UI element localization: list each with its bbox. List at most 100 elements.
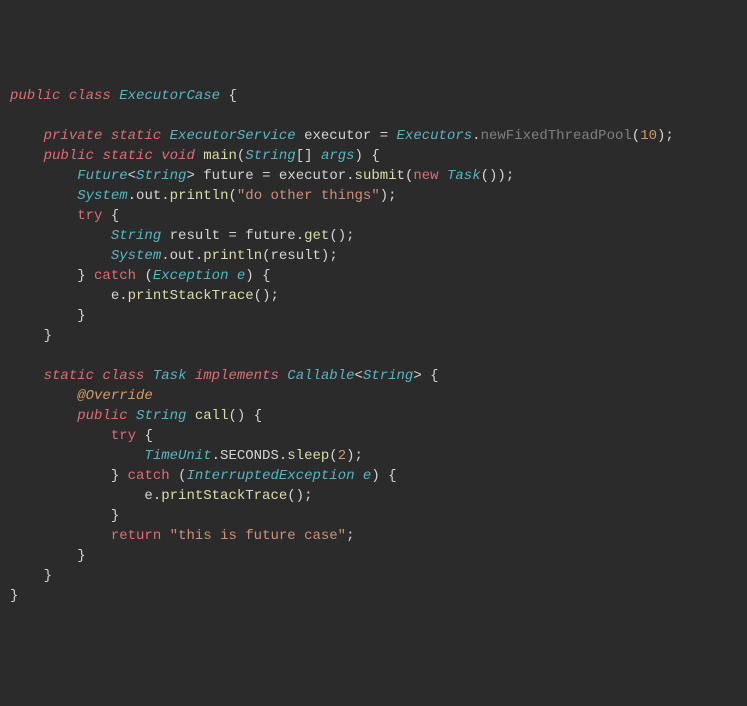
code-token: ( xyxy=(262,248,270,264)
code-token: catch xyxy=(94,268,136,284)
code-token: new xyxy=(413,168,438,184)
code-line[interactable]: return "this is future case"; xyxy=(10,526,747,546)
code-token: 2 xyxy=(338,448,346,464)
code-line[interactable]: } catch (InterruptedException e) { xyxy=(10,466,747,486)
code-line[interactable]: TimeUnit.SECONDS.sleep(2); xyxy=(10,446,747,466)
code-token: ExecutorCase xyxy=(119,88,220,104)
code-token: submit xyxy=(355,168,405,184)
code-token: implements xyxy=(195,368,279,384)
code-line[interactable]: } xyxy=(10,586,747,606)
code-token: = xyxy=(220,228,245,244)
code-line[interactable]: static class Task implements Callable<St… xyxy=(10,366,747,386)
code-token: ExecutorService xyxy=(170,128,296,144)
code-line[interactable]: } xyxy=(10,546,747,566)
code-token: { xyxy=(388,468,396,484)
code-token: = xyxy=(371,128,396,144)
code-token xyxy=(86,268,94,284)
code-token: out xyxy=(170,248,195,264)
code-token xyxy=(380,468,388,484)
code-token xyxy=(355,468,363,484)
code-token: public xyxy=(77,408,127,424)
code-token xyxy=(313,148,321,164)
code-line[interactable]: e.printStackTrace(); xyxy=(10,486,747,506)
code-line[interactable]: e.printStackTrace(); xyxy=(10,286,747,306)
code-line[interactable]: @Override xyxy=(10,386,747,406)
code-token: Future xyxy=(77,168,127,184)
code-token: ; xyxy=(270,288,278,304)
code-token: Exception xyxy=(153,268,229,284)
code-token: static xyxy=(44,368,94,384)
code-token xyxy=(228,268,236,284)
code-token: public xyxy=(10,88,60,104)
code-token: { xyxy=(430,368,438,384)
code-token: InterruptedException xyxy=(186,468,354,484)
code-line[interactable]: String result = future.get(); xyxy=(10,226,747,246)
code-token: 10 xyxy=(640,128,657,144)
code-line[interactable]: } xyxy=(10,566,747,586)
code-line[interactable]: } xyxy=(10,306,747,326)
code-token: printStackTrace xyxy=(161,488,287,504)
code-token: public xyxy=(44,148,94,164)
code-token: { xyxy=(111,208,119,224)
code-editor[interactable]: public class ExecutorCase { private stat… xyxy=(10,86,747,606)
code-token: { xyxy=(254,408,262,424)
code-line[interactable]: System.out.println(result); xyxy=(10,246,747,266)
code-token: } xyxy=(111,508,119,524)
code-token: { xyxy=(371,148,379,164)
code-token xyxy=(296,128,304,144)
code-token: } xyxy=(77,548,85,564)
code-token: String xyxy=(363,368,413,384)
code-token: . xyxy=(161,248,169,264)
code-token: e xyxy=(111,288,119,304)
code-token: out xyxy=(136,188,161,204)
code-token: System xyxy=(111,248,161,264)
code-token: . xyxy=(119,288,127,304)
code-token: Task xyxy=(447,168,481,184)
code-token: ) xyxy=(346,448,354,464)
code-token: @Override xyxy=(77,388,153,404)
code-line[interactable] xyxy=(10,346,747,366)
code-token: String xyxy=(136,408,186,424)
code-token: ; xyxy=(506,168,514,184)
code-token: result xyxy=(170,228,220,244)
code-token: String xyxy=(111,228,161,244)
code-token: println xyxy=(170,188,229,204)
code-token: . xyxy=(472,128,480,144)
code-token xyxy=(102,208,110,224)
code-line[interactable]: try { xyxy=(10,206,747,226)
code-line[interactable]: try { xyxy=(10,426,747,446)
code-token: { xyxy=(228,88,236,104)
code-token xyxy=(254,268,262,284)
code-line[interactable]: } xyxy=(10,506,747,526)
code-token: String xyxy=(245,148,295,164)
code-line[interactable] xyxy=(10,106,747,126)
code-token xyxy=(60,88,68,104)
code-line[interactable]: public class ExecutorCase { xyxy=(10,86,747,106)
code-token: < xyxy=(128,168,136,184)
code-line[interactable]: } xyxy=(10,326,747,346)
code-line[interactable]: Future<String> future = executor.submit(… xyxy=(10,166,747,186)
code-token: static xyxy=(102,148,152,164)
code-token: . xyxy=(161,188,169,204)
code-token: ; xyxy=(355,448,363,464)
code-token: void xyxy=(161,148,195,164)
code-line[interactable]: public String call() { xyxy=(10,406,747,426)
code-line[interactable]: System.out.println("do other things"); xyxy=(10,186,747,206)
code-line[interactable]: public static void main(String[] args) { xyxy=(10,146,747,166)
code-token xyxy=(144,368,152,384)
code-token: Callable xyxy=(287,368,354,384)
code-token: ) xyxy=(355,148,363,164)
code-token: () xyxy=(228,408,245,424)
code-token: . xyxy=(153,488,161,504)
code-token: } xyxy=(44,568,52,584)
code-token: Executors xyxy=(397,128,473,144)
code-line[interactable]: private static ExecutorService executor … xyxy=(10,126,747,146)
code-token: () xyxy=(287,488,304,504)
code-token: result xyxy=(271,248,321,264)
code-token: () xyxy=(329,228,346,244)
code-token xyxy=(119,468,127,484)
code-token: catch xyxy=(128,468,170,484)
code-token: [] xyxy=(296,148,313,164)
code-line[interactable]: } catch (Exception e) { xyxy=(10,266,747,286)
code-token: } xyxy=(44,328,52,344)
